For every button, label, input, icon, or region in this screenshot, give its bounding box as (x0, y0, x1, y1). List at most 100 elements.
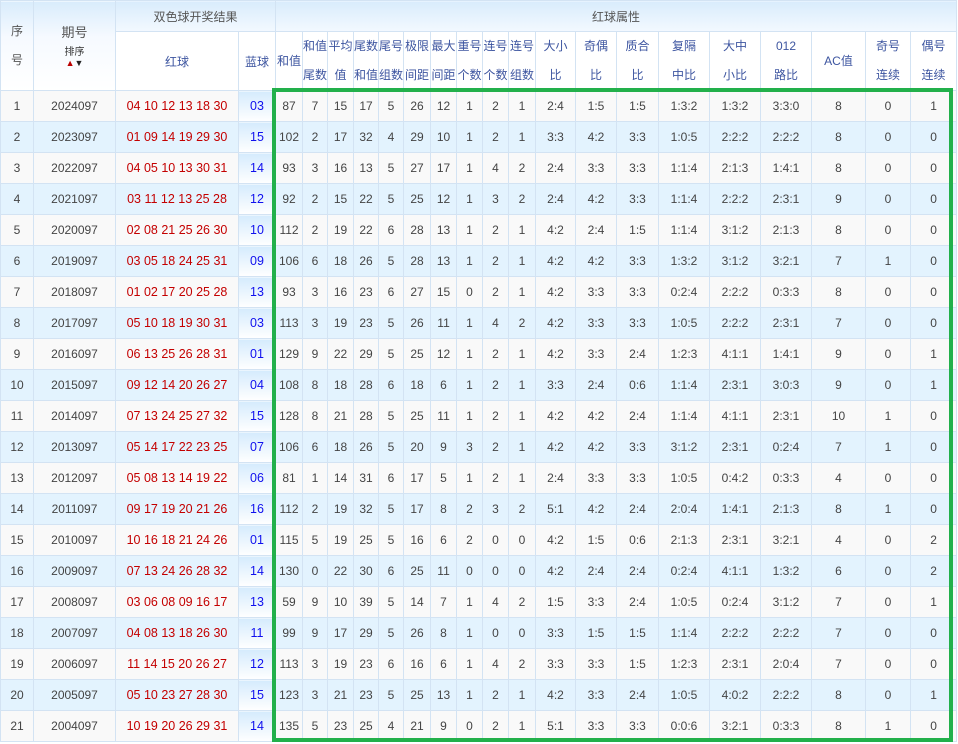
attr-cell: 93 (275, 276, 304, 308)
attr-cell: 1:5 (575, 617, 618, 649)
attr-cell: 1 (456, 400, 484, 432)
attr-cell: 1:3:2 (760, 555, 813, 587)
attr-cell: 106 (275, 431, 304, 463)
issue-cell: 2016097 (33, 338, 116, 370)
attr-cell: 2 (508, 493, 537, 525)
issue-cell: 2023097 (33, 121, 116, 153)
table-row: 4 2021097 03 11 12 13 25 28 12 92 2 15 22 5 25 12 1… (0, 183, 958, 215)
attr-cell: 2 (508, 586, 537, 618)
attr-cell: 1:4:1 (709, 493, 762, 525)
attr-cell: 1:4:1 (760, 338, 813, 370)
attr-cell: 1:2:3 (658, 648, 711, 680)
attr-cell: 25 (403, 338, 432, 370)
attr-cell: 0 (910, 710, 958, 742)
issue-cell: 2007097 (33, 617, 116, 649)
red-balls-cell: 09 17 19 20 21 26 (115, 493, 239, 525)
header-attr-label: 偶号 (921, 39, 946, 53)
attr-cell: 5 (378, 617, 405, 649)
table-row: 18 2007097 04 08 13 18 26 30 11 99 9 17 29 5 26 8 1… (0, 617, 958, 649)
attr-cell: 30 (353, 555, 380, 587)
red-balls-cell: 09 12 14 20 26 27 (115, 369, 239, 401)
attr-cell: 1 (508, 90, 537, 122)
attr-cell: 21 (327, 400, 355, 432)
attr-cell: 2:3:1 (760, 307, 813, 339)
attr-cell: 6 (378, 648, 405, 680)
serial-cell: 16 (0, 555, 34, 587)
attr-cell: 1:0:5 (658, 679, 711, 711)
red-balls-cell: 01 09 14 19 29 30 (115, 121, 239, 153)
attr-cell: 2 (482, 214, 510, 246)
attr-cell: 3:3 (535, 121, 577, 153)
attr-cell: 22 (327, 555, 355, 587)
header-attr-label: 质合 (625, 39, 650, 53)
attr-cell: 22 (327, 338, 355, 370)
attr-cell: 2:4 (575, 369, 618, 401)
header-attr-5: 极限 间距 (403, 31, 432, 91)
attr-cell: 1 (865, 400, 912, 432)
attr-cell: 87 (275, 90, 304, 122)
red-balls-cell: 01 02 17 20 25 28 (115, 276, 239, 308)
attr-cell: 3 (482, 183, 510, 215)
header-attr-label: 极限 (405, 39, 430, 53)
attr-cell: 16 (403, 524, 432, 556)
attr-cell: 9 (811, 369, 867, 401)
attr-cell: 2:3:1 (760, 183, 813, 215)
sort-button[interactable]: 排序 ▲▼ (35, 47, 115, 69)
attr-cell: 1:5 (535, 586, 577, 618)
serial-cell: 10 (0, 369, 34, 401)
attr-cell: 0 (865, 307, 912, 339)
attr-cell: 7 (811, 245, 867, 277)
attr-cell: 32 (353, 493, 380, 525)
blue-ball-cell: 15 (237, 400, 277, 432)
attr-cell: 4:2 (535, 245, 577, 277)
attr-cell: 22 (353, 183, 380, 215)
attr-cell: 59 (275, 586, 304, 618)
header-serial-no: 序 号 (0, 0, 34, 91)
attr-cell: 1 (865, 710, 912, 742)
attr-cell: 28 (353, 369, 380, 401)
serial-cell: 1 (0, 90, 34, 122)
attr-cell: 17 (327, 121, 355, 153)
attr-cell: 2:4 (616, 679, 660, 711)
header-blue-ball: 蓝球 (237, 31, 277, 91)
header-attr-6: 最大 间距 (430, 31, 458, 91)
attr-cell: 115 (275, 524, 304, 556)
attr-cell: 113 (275, 307, 304, 339)
attr-cell: 3 (302, 276, 329, 308)
attr-cell: 7 (811, 648, 867, 680)
sort-desc-icon[interactable]: ▼ (75, 58, 84, 68)
attr-cell: 8 (811, 214, 867, 246)
serial-cell: 3 (0, 152, 34, 184)
attr-cell: 3 (302, 307, 329, 339)
lottery-history-table: 序 号 期号 排序 ▲▼ 双色球开奖结果 红球属性 红球 蓝球 和值 和值 尾数 平均… (0, 0, 958, 742)
attr-cell: 2 (482, 121, 510, 153)
sort-asc-icon[interactable]: ▲ (66, 58, 75, 68)
attr-cell: 1 (508, 121, 537, 153)
attr-cell: 2:4 (535, 183, 577, 215)
attr-cell: 25 (353, 710, 380, 742)
attr-cell: 5:1 (535, 493, 577, 525)
attr-cell: 17 (403, 462, 432, 494)
header-attr-label: 连号 (483, 39, 508, 53)
attr-cell: 7 (811, 431, 867, 463)
attr-cell: 17 (403, 493, 432, 525)
blue-ball-cell: 01 (237, 338, 277, 370)
attr-cell: 0 (865, 90, 912, 122)
attr-cell: 1 (508, 710, 537, 742)
attr-cell: 11 (430, 400, 458, 432)
serial-cell: 2 (0, 121, 34, 153)
issue-cell: 2010097 (33, 524, 116, 556)
attr-cell: 1:3:2 (658, 245, 711, 277)
attr-cell: 1 (456, 369, 484, 401)
header-attr-label: 奇号 (876, 39, 901, 53)
attr-cell: 3:3 (616, 152, 660, 184)
attr-cell: 4:2 (535, 524, 577, 556)
attr-cell: 3:2:1 (760, 245, 813, 277)
table-row: 20 2005097 05 10 23 27 28 30 15 123 3 21 23 5 25 1… (0, 679, 958, 711)
attr-cell: 3:3 (535, 648, 577, 680)
attr-cell: 3:3 (575, 679, 618, 711)
attr-cell: 7 (302, 90, 329, 122)
attr-cell: 99 (275, 617, 304, 649)
attr-cell: 123 (275, 679, 304, 711)
attr-cell: 12 (430, 90, 458, 122)
